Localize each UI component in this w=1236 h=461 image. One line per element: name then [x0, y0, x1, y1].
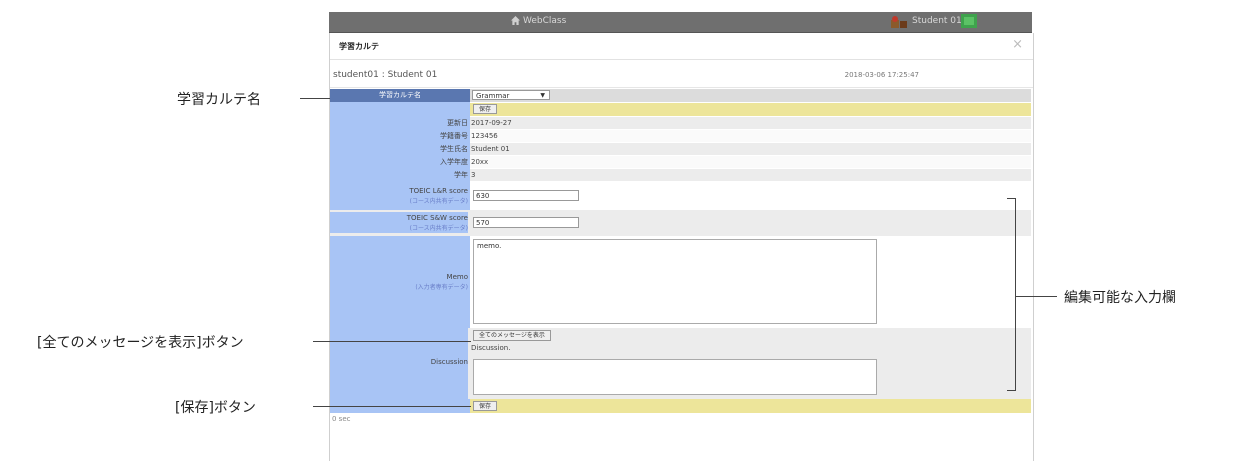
discussion-textarea[interactable] — [473, 359, 877, 395]
field-label: 更新日 — [447, 119, 468, 127]
dropdown-arrow-icon: ▼ — [540, 92, 545, 99]
field-label: 学年 — [454, 171, 468, 179]
app-header: WebClass Student 01 — [329, 12, 1032, 33]
memo-label: Memo (入力者専有データ) — [330, 271, 468, 292]
field-row: 入学年度 20xx — [330, 156, 1031, 168]
karte-name-label: 学習カルテ名 — [330, 89, 470, 102]
close-icon[interactable]: × — [1012, 37, 1023, 52]
memo-sub: (入力者専有データ) — [415, 284, 468, 291]
toeic-sw-label-text: TOEIC S&W score — [406, 214, 468, 222]
toeic-sw-input[interactable]: 570 — [473, 217, 579, 228]
toeic-lr-label-text: TOEIC L&R score — [409, 187, 468, 195]
toeic-sw-sub: (コース内共有データ) — [409, 225, 468, 232]
discussion-label: Discussion — [430, 358, 468, 366]
show-all-messages-button[interactable]: 全てのメッセージを表示 — [473, 330, 551, 341]
toeic-sw-label: TOEIC S&W score (コース内共有データ) — [330, 212, 468, 233]
save-button-top[interactable]: 保存 — [473, 104, 498, 114]
annotation-line — [313, 341, 471, 342]
user-avatar-icon — [891, 16, 907, 28]
memo-row: Memo (入力者専有データ) memo. — [330, 237, 1031, 327]
home-icon — [511, 16, 520, 25]
discussion-text: Discussion. — [471, 344, 511, 352]
annotation-save: [保存]ボタン — [175, 400, 256, 416]
field-row: 学籍番号 123456 — [330, 130, 1031, 142]
annotation-show-all: [全てのメッセージを表示]ボタン — [37, 335, 244, 351]
annotation-bracket-tick — [1007, 390, 1016, 391]
karte-select-value: Grammar — [476, 92, 510, 100]
toeic-lr-input[interactable]: 630 — [473, 190, 579, 201]
annotation-line — [313, 406, 471, 407]
user-name[interactable]: Student 01 — [912, 16, 962, 26]
student-name: student01 : Student 01 — [333, 70, 438, 80]
field-value: 3 — [471, 171, 476, 179]
timestamp: 2018-03-06 17:25:47 — [844, 71, 919, 79]
brand-name[interactable]: WebClass — [523, 16, 566, 26]
annotation-bracket-tick — [1007, 198, 1016, 199]
row-bg — [470, 89, 1031, 102]
toeic-sw-row: TOEIC S&W score (コース内共有データ) 570 — [330, 210, 1031, 236]
green-flag-icon — [961, 14, 977, 28]
field-value: 20xx — [471, 158, 489, 166]
annotation-editable: 編集可能な入力欄 — [1064, 290, 1176, 306]
toeic-lr-row: TOEIC L&R score (コース内共有データ) 630 — [330, 183, 1031, 209]
toeic-lr-label: TOEIC L&R score (コース内共有データ) — [330, 185, 468, 206]
field-value: Student 01 — [471, 145, 510, 153]
annotation-bracket — [1015, 198, 1016, 391]
memo-label-text: Memo — [446, 273, 468, 281]
save-row-top: 保存 — [330, 103, 1031, 116]
field-value: 2017-09-27 — [471, 119, 512, 127]
toeic-lr-sub: (コース内共有データ) — [409, 198, 468, 205]
dialog-title: 学習カルテ — [339, 42, 379, 51]
field-value: 123456 — [471, 132, 498, 140]
row-bg — [470, 399, 1031, 413]
elapsed-time: 0 sec — [332, 415, 351, 423]
field-label: 入学年度 — [440, 158, 468, 166]
field-row: 学年 3 — [330, 169, 1031, 181]
field-row: 更新日 2017-09-27 — [330, 117, 1031, 129]
row-bg — [470, 103, 1031, 116]
divider — [330, 59, 1033, 60]
divider — [330, 87, 1033, 88]
field-row: 学生氏名 Student 01 — [330, 143, 1031, 155]
discussion-row: 全てのメッセージを表示 Discussion. Discussion — [330, 328, 1031, 399]
karte-select[interactable]: Grammar ▼ — [472, 90, 550, 100]
karte-name-row: 学習カルテ名 Grammar ▼ — [330, 89, 1031, 102]
memo-textarea[interactable]: memo. — [473, 239, 877, 324]
field-label: 学籍番号 — [440, 132, 468, 140]
save-button-bottom[interactable]: 保存 — [473, 401, 498, 411]
field-label: 学生氏名 — [440, 145, 468, 153]
annotation-karte-name: 学習カルテ名 — [177, 92, 261, 108]
annotation-line — [300, 98, 330, 99]
annotation-line — [1016, 296, 1057, 297]
